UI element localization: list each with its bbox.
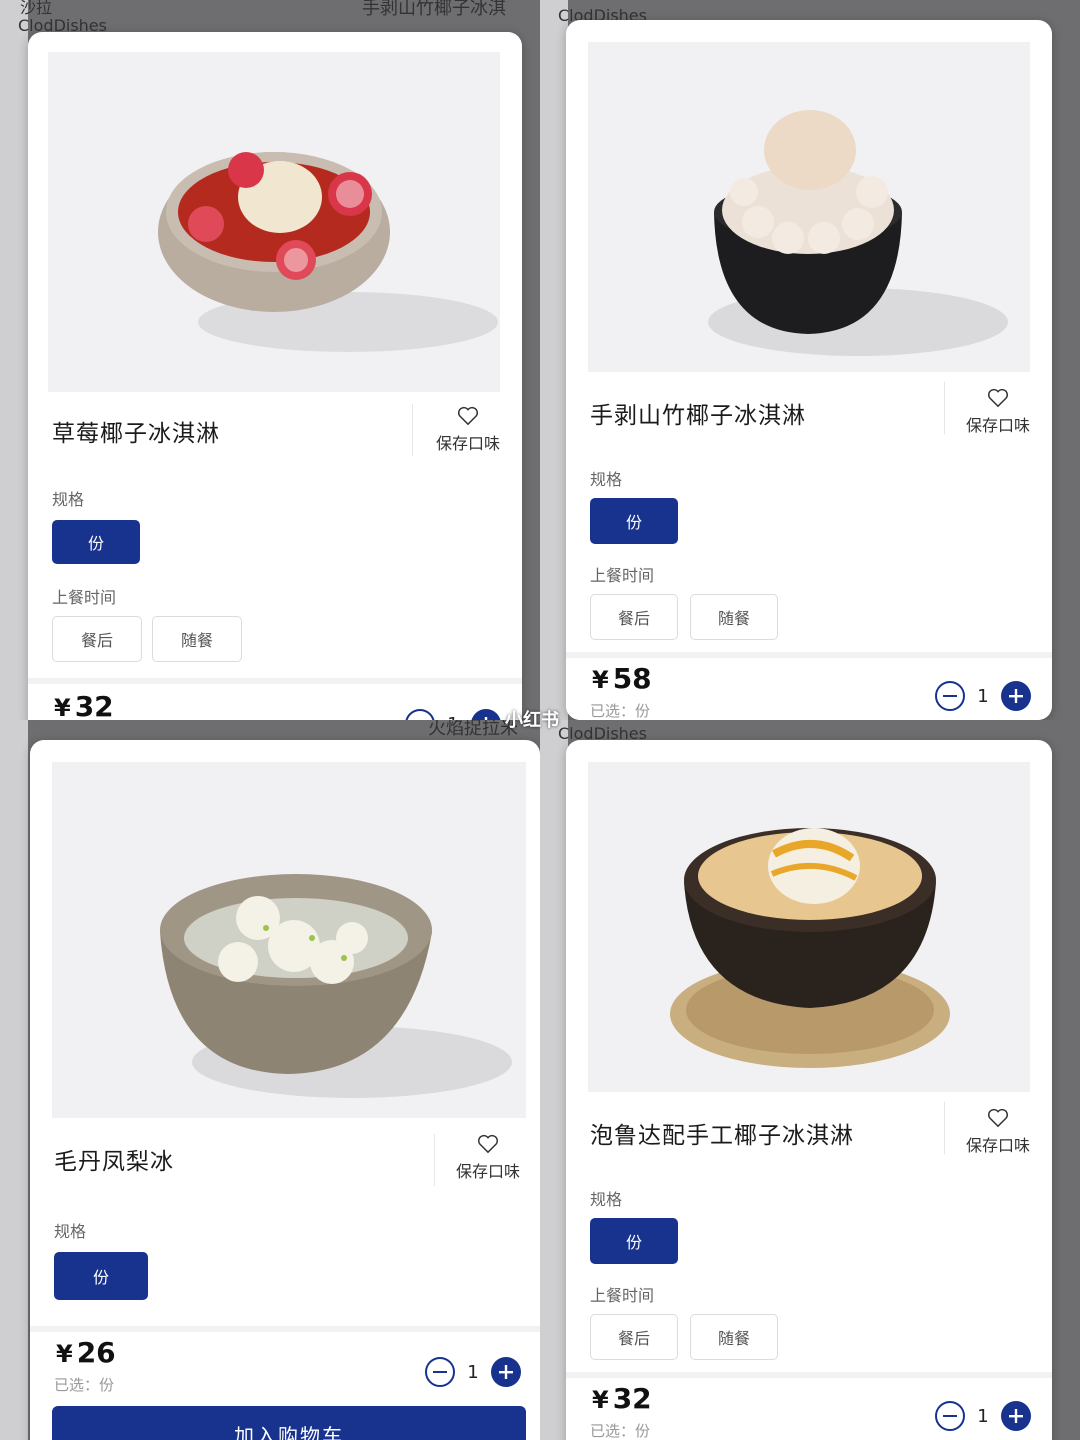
spec-option-portion[interactable]: 份	[52, 520, 140, 564]
coconut-ice-cream-image	[670, 828, 950, 1068]
spec-label: 规格	[590, 1190, 623, 1209]
backdrop-strip	[540, 0, 568, 720]
minus-icon[interactable]	[934, 1400, 966, 1432]
dish-photo	[52, 762, 526, 1118]
product-card: 草莓椰子冰淇淋 保存口味 规格 份 上餐时间 餐后 随餐 ¥32 1	[28, 32, 522, 720]
minus-icon[interactable]	[404, 708, 436, 720]
price: ¥26	[56, 1336, 116, 1369]
screenshot-bottom-right: ClodDishes 泡鲁达配手工椰子冰淇淋 保存口味 规格 份 上餐时间 餐后…	[540, 720, 1080, 1440]
heart-icon	[478, 1134, 498, 1154]
price-value: 32	[74, 690, 114, 720]
order-footer: ¥32 已选：份 1	[566, 1372, 1052, 1440]
spec-option-portion[interactable]: 份	[590, 1218, 678, 1264]
save-flavor-label: 保存口味	[435, 434, 500, 453]
quantity-stepper: 1	[404, 708, 502, 720]
heart-icon	[988, 1108, 1008, 1128]
divider	[434, 1134, 435, 1186]
price-value: 26	[76, 1336, 116, 1369]
add-to-cart-button[interactable]: 加入购物车	[52, 1406, 526, 1440]
save-flavor-label: 保存口味	[965, 416, 1030, 435]
dish-name: 手剥山竹椰子冰淇淋	[590, 403, 806, 429]
save-flavor-button[interactable]: 保存口味	[958, 388, 1038, 436]
order-footer: ¥26 已选：份 1 加入购物车	[30, 1326, 540, 1440]
currency-symbol: ¥	[592, 1386, 609, 1414]
backdrop-strip	[0, 720, 28, 1440]
minus-icon[interactable]	[934, 680, 966, 712]
serve-with-button[interactable]: 随餐	[690, 594, 778, 640]
dish-name: 泡鲁达配手工椰子冰淇淋	[590, 1123, 854, 1149]
quantity-value: 1	[467, 1361, 479, 1383]
price: ¥32	[54, 690, 114, 720]
backdrop-text: 手剥山竹椰子冰淇	[362, 0, 506, 19]
quantity-stepper: 1	[424, 1356, 522, 1388]
save-flavor-label: 保存口味	[965, 1136, 1030, 1155]
plus-icon[interactable]	[1000, 1400, 1032, 1432]
order-footer: ¥58 已选：份 1	[566, 652, 1052, 720]
spec-option-portion[interactable]: 份	[590, 498, 678, 544]
rambutan-pineapple-bowl-image	[160, 874, 512, 1098]
quantity-stepper: 1	[934, 1400, 1032, 1432]
price-value: 32	[612, 1382, 652, 1415]
screenshot-top-right: ClodDishes 手剥山竹椰子冰淇淋 保存口味 规格 份 上餐时间 餐后 随…	[540, 0, 1080, 720]
currency-symbol: ¥	[56, 1340, 73, 1368]
backdrop-strip	[540, 720, 568, 1440]
quantity-stepper: 1	[934, 680, 1032, 712]
plus-icon[interactable]	[470, 708, 502, 720]
selected-summary: 已选：份	[54, 1376, 115, 1394]
selected-summary: 已选：份	[590, 1422, 651, 1440]
currency-symbol: ¥	[54, 694, 71, 720]
serve-time-label: 上餐时间	[590, 1286, 655, 1305]
product-card: 泡鲁达配手工椰子冰淇淋 保存口味 规格 份 上餐时间 餐后 随餐 ¥32 已选：…	[566, 740, 1052, 1440]
plus-icon[interactable]	[490, 1356, 522, 1388]
save-flavor-label: 保存口味	[455, 1162, 520, 1181]
save-flavor-button[interactable]: 保存口味	[958, 1108, 1038, 1156]
minus-icon[interactable]	[424, 1356, 456, 1388]
divider	[944, 1102, 945, 1154]
dish-photo	[588, 762, 1030, 1092]
divider	[944, 382, 945, 434]
selected-summary: 已选：份	[590, 702, 651, 720]
price-value: 58	[612, 662, 652, 695]
serve-after-button[interactable]: 餐后	[590, 1314, 678, 1360]
product-card: 手剥山竹椰子冰淇淋 保存口味 规格 份 上餐时间 餐后 随餐 ¥58 已选：份 …	[566, 20, 1052, 720]
serve-with-button[interactable]: 随餐	[152, 616, 242, 662]
dish-name: 草莓椰子冰淇淋	[52, 421, 220, 447]
watermark: 小红书	[505, 710, 559, 731]
screenshot-bottom-left: 火焰捉拉米 毛丹凤梨冰 保存口味 规格 份 ¥26 已选：份 1 加入购物车	[0, 720, 540, 1440]
spec-label: 规格	[54, 1222, 87, 1241]
serve-after-button[interactable]: 餐后	[52, 616, 142, 662]
price: ¥58	[592, 662, 652, 695]
dish-photo	[588, 42, 1030, 372]
screenshot-top-left: 沙拉 ClodDishes 手剥山竹椰子冰淇 草莓椰子冰淇淋 保存口味 规格 份…	[0, 0, 540, 720]
save-flavor-button[interactable]: 保存口味	[448, 1134, 528, 1182]
strawberry-bowl-image	[158, 152, 498, 352]
spec-option-portion[interactable]: 份	[54, 1252, 148, 1300]
spec-label: 规格	[52, 490, 85, 509]
currency-symbol: ¥	[592, 666, 609, 694]
dish-name: 毛丹凤梨冰	[54, 1149, 174, 1175]
quantity-value: 1	[977, 685, 989, 707]
serve-time-label: 上餐时间	[590, 566, 655, 585]
order-footer: ¥32 1	[28, 678, 522, 720]
heart-icon	[458, 406, 478, 426]
serve-with-button[interactable]: 随餐	[690, 1314, 778, 1360]
save-flavor-button[interactable]: 保存口味	[428, 406, 508, 454]
plus-icon[interactable]	[1000, 680, 1032, 712]
serve-after-button[interactable]: 餐后	[590, 594, 678, 640]
divider	[412, 404, 413, 456]
spec-label: 规格	[590, 470, 623, 489]
price: ¥32	[592, 1382, 652, 1415]
product-card: 毛丹凤梨冰 保存口味 规格 份 ¥26 已选：份 1 加入购物车	[30, 740, 540, 1440]
quantity-value: 1	[977, 1405, 989, 1427]
serve-time-label: 上餐时间	[52, 588, 117, 607]
backdrop-strip	[0, 0, 28, 720]
mangosteen-bowl-image	[708, 110, 1008, 356]
heart-icon	[988, 388, 1008, 408]
dish-photo	[48, 52, 500, 392]
